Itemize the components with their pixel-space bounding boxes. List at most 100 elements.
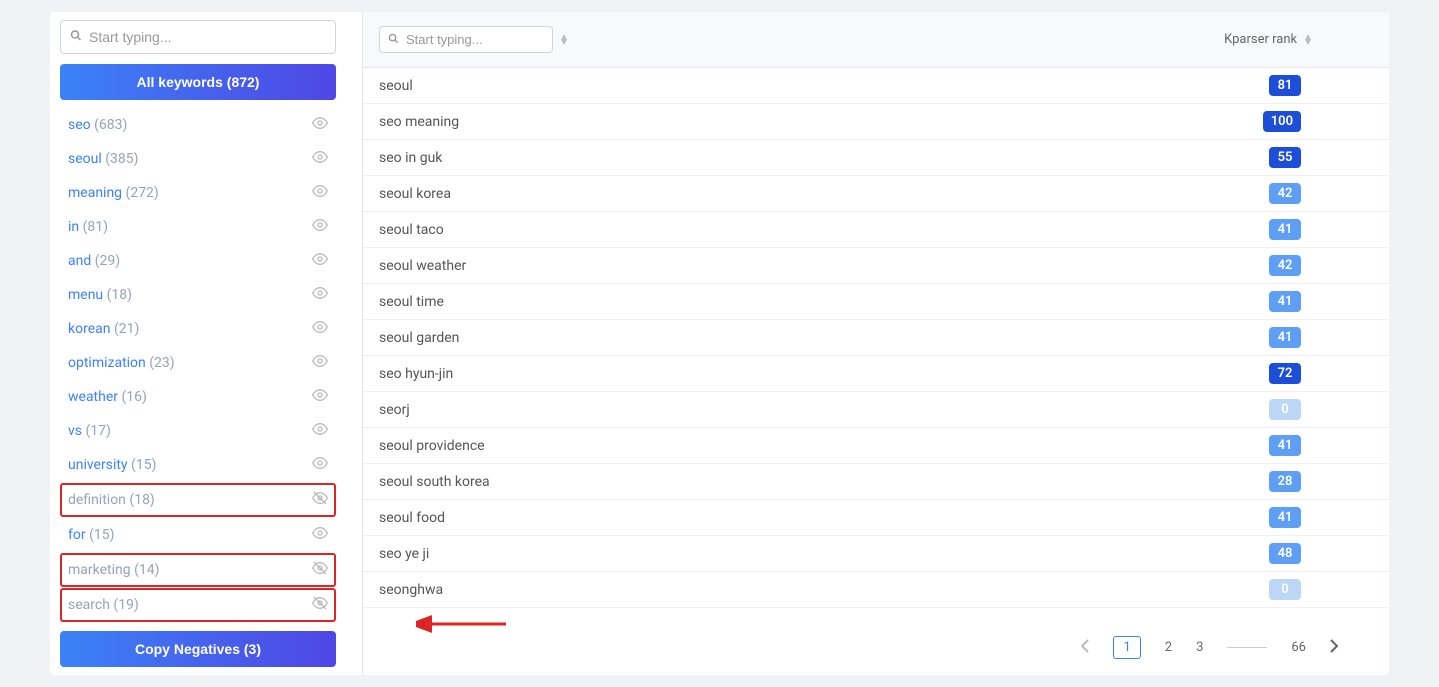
keyword-count: (23) [149,355,174,371]
table-row[interactable]: seo hyun-jin72 [363,356,1389,392]
keyword-cell: seoul taco [379,222,1269,238]
eye-icon[interactable] [312,285,328,305]
eye-off-icon[interactable] [312,490,328,510]
keyword-label: search [68,597,110,613]
keyword-label: korean [68,321,110,337]
sidebar-search [60,20,336,54]
keyword-count: (14) [134,562,159,578]
copy-negatives-button[interactable]: Copy Negatives (3) [60,631,336,667]
page-prev[interactable] [1080,639,1089,657]
sidebar-item-weather[interactable]: weather (16) [60,380,336,414]
keyword-count: (683) [94,117,127,133]
all-keywords-button[interactable]: All keywords (872) [60,64,336,100]
page-1[interactable]: 1 [1113,636,1140,659]
keyword-count: (272) [126,185,159,201]
sidebar-item-vs[interactable]: vs (17) [60,414,336,448]
keyword-cell: seo ye ji [379,546,1269,562]
keyword-list: seo (683)seoul (385)meaning (272)in (81)… [60,108,346,623]
sort-icon[interactable]: ▲▼ [1303,35,1313,45]
sidebar-search-input[interactable] [60,20,336,54]
page-3[interactable]: 3 [1196,640,1203,655]
table-row[interactable]: seoul providence41 [363,428,1389,464]
table-row[interactable]: seo meaning100 [363,104,1389,140]
table-body: seoul81seo meaning100seo in guk55seoul k… [363,68,1389,620]
sort-icon[interactable]: ▲▼ [559,35,569,45]
keyword-cell: seoul [379,78,1269,94]
eye-icon[interactable] [312,319,328,339]
keyword-label: in [68,219,79,235]
table-row[interactable]: seorj0 [363,392,1389,428]
rank-header-label: Kparser rank [1224,32,1297,47]
eye-off-icon[interactable] [312,595,328,615]
eye-icon[interactable] [312,251,328,271]
eye-icon[interactable] [312,421,328,441]
rank-badge: 41 [1269,507,1301,528]
search-icon [388,33,399,47]
table-row[interactable]: seoul food41 [363,500,1389,536]
table-row[interactable]: seoul81 [363,68,1389,104]
keyword-label: weather [68,389,118,405]
eye-icon[interactable] [312,387,328,407]
keyword-label: marketing [68,562,131,578]
keyword-cell: seoul weather [379,258,1269,274]
table-row[interactable]: seo in guk55 [363,140,1389,176]
eye-icon[interactable] [312,353,328,373]
keyword-count: (81) [83,219,108,235]
keyword-cell: seoul garden [379,330,1269,346]
rank-badge: 100 [1263,111,1301,132]
keyword-label: university [68,457,128,473]
keyword-count: (15) [131,457,156,473]
rank-badge: 81 [1269,75,1301,96]
keyword-cell: seonghwa [379,582,1269,598]
sidebar-item-in[interactable]: in (81) [60,210,336,244]
sidebar-item-university[interactable]: university (15) [60,448,336,482]
table-header: ▲▼ Kparser rank ▲▼ [363,12,1389,68]
keyword-cell: seorj [379,402,1269,418]
eye-off-icon[interactable] [312,560,328,580]
eye-icon[interactable] [312,183,328,203]
keyword-cell: seoul time [379,294,1269,310]
page-last[interactable]: 66 [1291,640,1306,655]
page-next[interactable] [1330,639,1339,657]
rank-badge: 72 [1269,363,1301,384]
table-row[interactable]: seoul south korea28 [363,464,1389,500]
eye-icon[interactable] [312,115,328,135]
eye-icon[interactable] [312,217,328,237]
table-row[interactable]: seoul weather42 [363,248,1389,284]
sidebar-item-for[interactable]: for (15) [60,518,336,552]
table-row[interactable]: seoul garden41 [363,320,1389,356]
keyword-cell: seo hyun-jin [379,366,1269,382]
sidebar-item-seoul[interactable]: seoul (385) [60,142,336,176]
sidebar-item-marketing[interactable]: marketing (14) [60,553,336,587]
keyword-label: seo [68,117,91,133]
sidebar: All keywords (872) seo (683)seoul (385)m… [50,12,346,675]
rank-badge: 28 [1269,471,1301,492]
page-ellipsis [1227,647,1267,648]
keyword-cell: seoul food [379,510,1269,526]
page-2[interactable]: 2 [1165,640,1172,655]
table-row[interactable]: seoul taco41 [363,212,1389,248]
table-row[interactable]: seonghwa0 [363,572,1389,608]
sidebar-item-menu[interactable]: menu (18) [60,278,336,312]
keyword-cell: seo meaning [379,114,1263,130]
rank-column-header[interactable]: Kparser rank ▲▼ [1224,32,1313,47]
sidebar-item-search[interactable]: search (19) [60,588,336,622]
eye-icon[interactable] [312,455,328,475]
sidebar-item-and[interactable]: and (29) [60,244,336,278]
table-row[interactable]: seoul korea42 [363,176,1389,212]
sidebar-item-definition[interactable]: definition (18) [60,483,336,517]
keyword-cell: seoul providence [379,438,1269,454]
table-row[interactable]: seo ye ji48 [363,536,1389,572]
sidebar-item-seo[interactable]: seo (683) [60,108,336,142]
main-panel: ▲▼ Kparser rank ▲▼ seoul81seo meaning100… [362,12,1389,675]
eye-icon[interactable] [312,149,328,169]
rank-badge: 55 [1269,147,1301,168]
sidebar-item-optimization[interactable]: optimization (23) [60,346,336,380]
keyword-count: (17) [86,423,111,439]
sidebar-item-meaning[interactable]: meaning (272) [60,176,336,210]
sidebar-item-korean[interactable]: korean (21) [60,312,336,346]
table-row[interactable]: seoul time41 [363,284,1389,320]
table-search-input[interactable] [379,26,553,53]
eye-icon[interactable] [312,525,328,545]
table-search: ▲▼ [379,26,569,53]
